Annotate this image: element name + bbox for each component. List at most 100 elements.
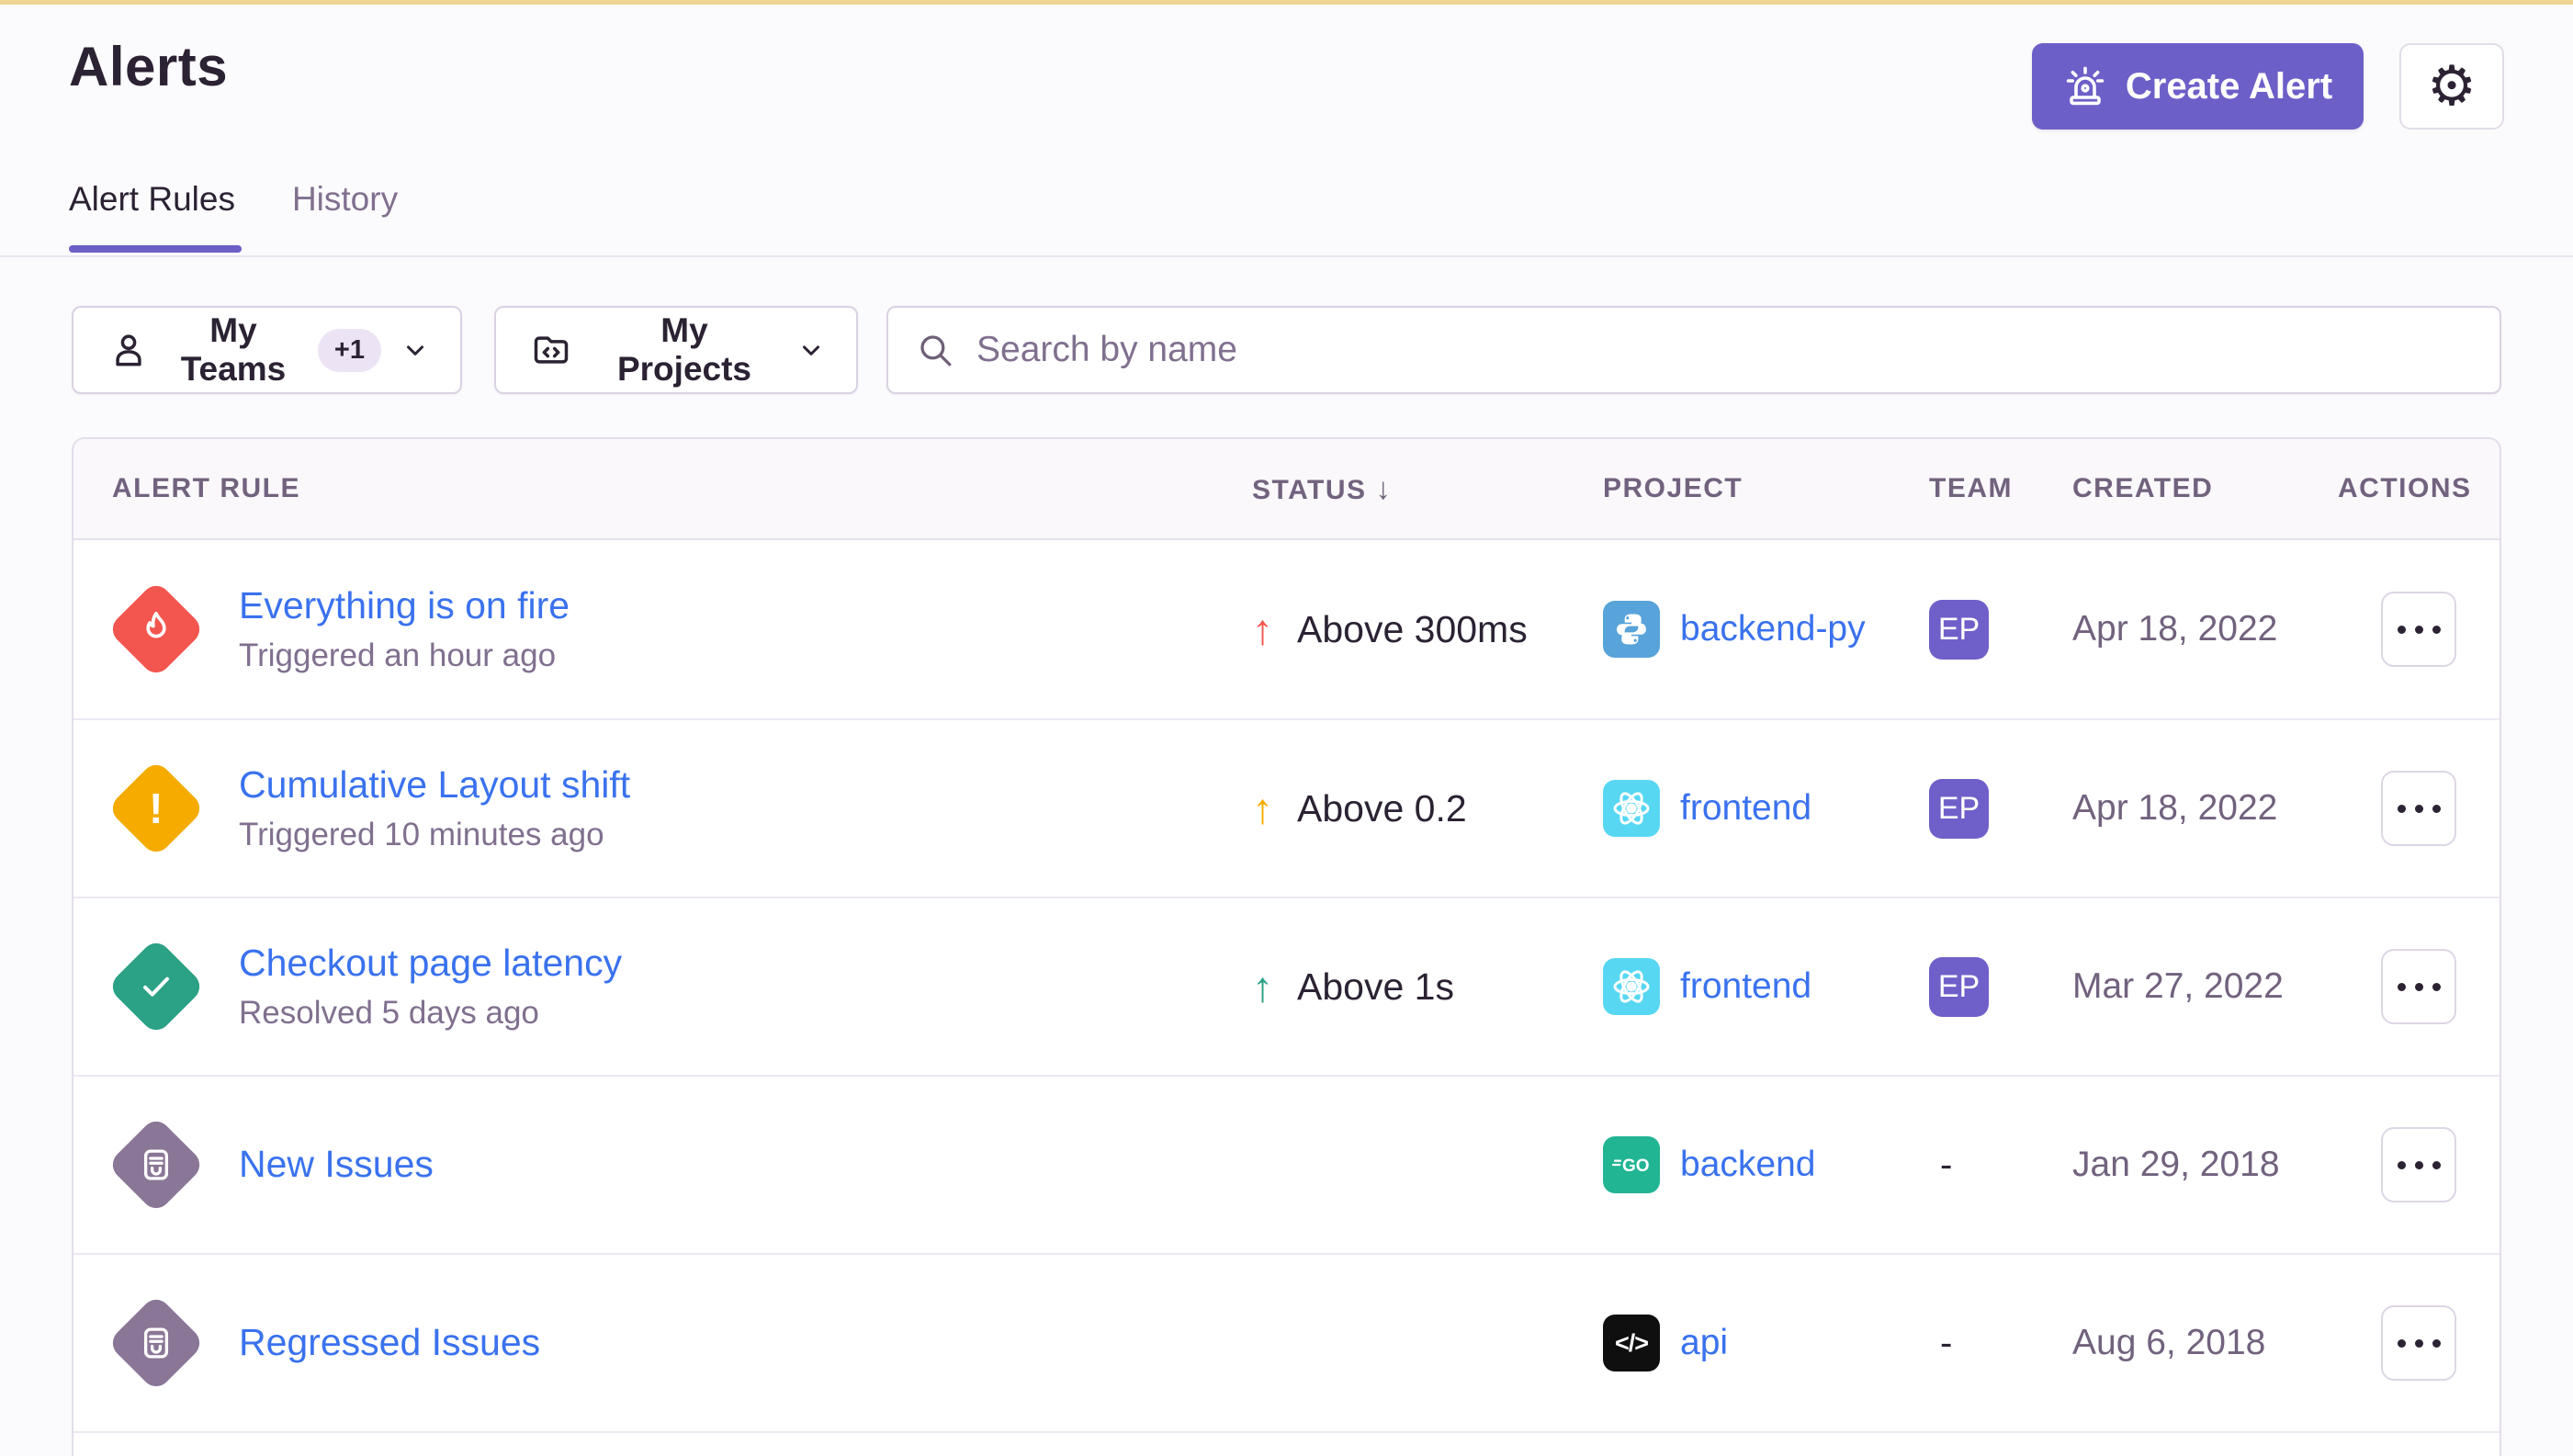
status-cell: ↑ Above 0.2 xyxy=(1252,787,1603,830)
alert-rule-cell: Regressed Issues xyxy=(73,1255,1252,1431)
project-link[interactable]: api xyxy=(1680,1323,1728,1363)
column-header-alert-rule[interactable]: ALERT RULE xyxy=(73,473,1252,504)
team-avatar[interactable]: EP xyxy=(1929,779,1989,839)
alert-rule-link[interactable]: Checkout page latency xyxy=(239,942,1252,985)
status-value: Above 1s xyxy=(1297,965,1454,1009)
python-platform-icon xyxy=(1603,601,1660,658)
project-link[interactable]: backend xyxy=(1680,1145,1815,1185)
column-header-team[interactable]: TEAM xyxy=(1929,473,2072,504)
svg-text:GO: GO xyxy=(1622,1157,1650,1176)
alert-rules-table: ALERT RULE STATUS↓ PROJECT TEAM CREATED … xyxy=(72,437,2501,1456)
person-icon xyxy=(108,330,149,370)
project-link[interactable]: frontend xyxy=(1680,966,1811,1007)
alert-rule-cell: ! Cumulative Layout shift Triggered 10 m… xyxy=(73,720,1252,897)
sort-desc-icon: ↓ xyxy=(1376,471,1393,505)
issues-icon xyxy=(137,1146,175,1184)
my-teams-filter[interactable]: My Teams +1 xyxy=(72,306,462,394)
check-icon xyxy=(136,966,176,1007)
status-value: Above 0.2 xyxy=(1297,787,1467,830)
row-actions-button[interactable] xyxy=(2381,592,2456,667)
project-cell: GO backend xyxy=(1603,1136,1929,1193)
column-header-status[interactable]: STATUS↓ xyxy=(1252,471,1603,506)
filter-bar: My Teams +1 My Projects xyxy=(72,306,2501,394)
table-row-partial xyxy=(73,1431,2500,1456)
table-row: Everything is on fire Triggered an hour … xyxy=(73,540,2500,718)
react-platform-icon xyxy=(1603,780,1660,837)
team-none: - xyxy=(1929,1145,2072,1186)
siren-icon xyxy=(2063,64,2107,108)
create-alert-button[interactable]: Create Alert xyxy=(2032,43,2364,130)
go-platform-icon: GO xyxy=(1603,1136,1660,1193)
active-tab-underline xyxy=(69,245,242,253)
project-cell: frontend xyxy=(1603,958,1929,1015)
fire-icon xyxy=(135,608,177,650)
ellipsis-icon xyxy=(2398,1161,2406,1169)
alert-rule-link[interactable]: Cumulative Layout shift xyxy=(239,763,1252,807)
team-none: - xyxy=(1929,1323,2072,1364)
team-cell: - xyxy=(1929,1323,2072,1364)
alert-rule-cell: New Issues xyxy=(73,1077,1252,1253)
settings-button[interactable]: ⚙ xyxy=(2399,43,2504,130)
my-projects-label: My Projects xyxy=(592,311,777,389)
table-row: Checkout page latency Resolved 5 days ag… xyxy=(73,897,2500,1075)
team-cell: - xyxy=(1929,1145,2072,1186)
actions-cell xyxy=(2338,592,2500,667)
alert-rule-link[interactable]: New Issues xyxy=(239,1143,1252,1186)
my-projects-filter[interactable]: My Projects xyxy=(494,306,858,394)
trend-up-icon: ↑ xyxy=(1252,965,1273,1008)
status-cell: ↑ Above 300ms xyxy=(1252,608,1603,651)
issues-icon xyxy=(137,1324,175,1362)
project-cell: frontend xyxy=(1603,780,1929,837)
project-folder-icon xyxy=(531,330,571,370)
alert-rule-link[interactable]: Everything is on fire xyxy=(239,584,1252,627)
issue-diamond-icon xyxy=(108,1117,204,1213)
row-actions-button[interactable] xyxy=(2381,1127,2456,1202)
row-actions-button[interactable] xyxy=(2381,949,2456,1024)
team-cell: EP xyxy=(1929,600,2072,660)
column-header-actions: ACTIONS xyxy=(2338,473,2500,504)
row-actions-button[interactable] xyxy=(2381,771,2456,846)
project-link[interactable]: backend-py xyxy=(1680,609,1866,649)
table-header-row: ALERT RULE STATUS↓ PROJECT TEAM CREATED … xyxy=(73,439,2500,540)
exclamation-icon: ! xyxy=(149,784,163,833)
row-actions-button[interactable] xyxy=(2381,1305,2456,1381)
chevron-down-icon xyxy=(401,336,429,364)
ellipsis-icon xyxy=(2398,626,2406,634)
actions-cell xyxy=(2338,949,2500,1024)
team-cell: EP xyxy=(1929,779,2072,839)
column-header-project[interactable]: PROJECT xyxy=(1603,473,1929,504)
search-field[interactable] xyxy=(886,306,2501,394)
top-accent-strip xyxy=(0,0,2573,5)
tab-alert-rules[interactable]: Alert Rules xyxy=(69,180,235,219)
table-row: Regressed Issues </> api - Aug 6, 2018 xyxy=(73,1253,2500,1431)
project-link[interactable]: frontend xyxy=(1680,788,1811,829)
react-platform-icon xyxy=(1603,958,1660,1015)
gear-icon: ⚙ xyxy=(2427,59,2477,114)
search-icon xyxy=(916,331,954,369)
project-cell: </> api xyxy=(1603,1315,1929,1371)
status-cell: ↑ Above 1s xyxy=(1252,965,1603,1009)
team-avatar[interactable]: EP xyxy=(1929,957,1989,1017)
resolved-diamond-icon xyxy=(108,939,204,1034)
status-value: Above 300ms xyxy=(1297,608,1528,651)
page-title: Alerts xyxy=(69,35,228,98)
chevron-down-icon xyxy=(797,336,825,364)
issue-diamond-icon xyxy=(108,1295,204,1391)
warning-diamond-icon: ! xyxy=(108,761,204,856)
ellipsis-icon xyxy=(2398,1339,2406,1348)
column-header-created[interactable]: CREATED xyxy=(2072,473,2338,504)
created-cell: Jan 29, 2018 xyxy=(2072,1145,2338,1185)
team-cell: EP xyxy=(1929,957,2072,1017)
create-alert-label: Create Alert xyxy=(2126,66,2332,107)
tab-bar: Alert Rules History xyxy=(69,180,398,219)
tab-history[interactable]: History xyxy=(292,180,398,219)
ellipsis-icon xyxy=(2398,805,2406,813)
created-cell: Mar 27, 2022 xyxy=(2072,966,2338,1007)
alert-rule-link[interactable]: Regressed Issues xyxy=(239,1321,1252,1364)
tabs-divider xyxy=(0,255,2573,257)
created-cell: Apr 18, 2022 xyxy=(2072,788,2338,829)
search-input[interactable] xyxy=(976,330,2472,370)
alert-rule-status-text: Triggered 10 minutes ago xyxy=(239,817,1252,853)
team-avatar[interactable]: EP xyxy=(1929,600,1989,660)
teams-count-badge: +1 xyxy=(318,329,381,372)
